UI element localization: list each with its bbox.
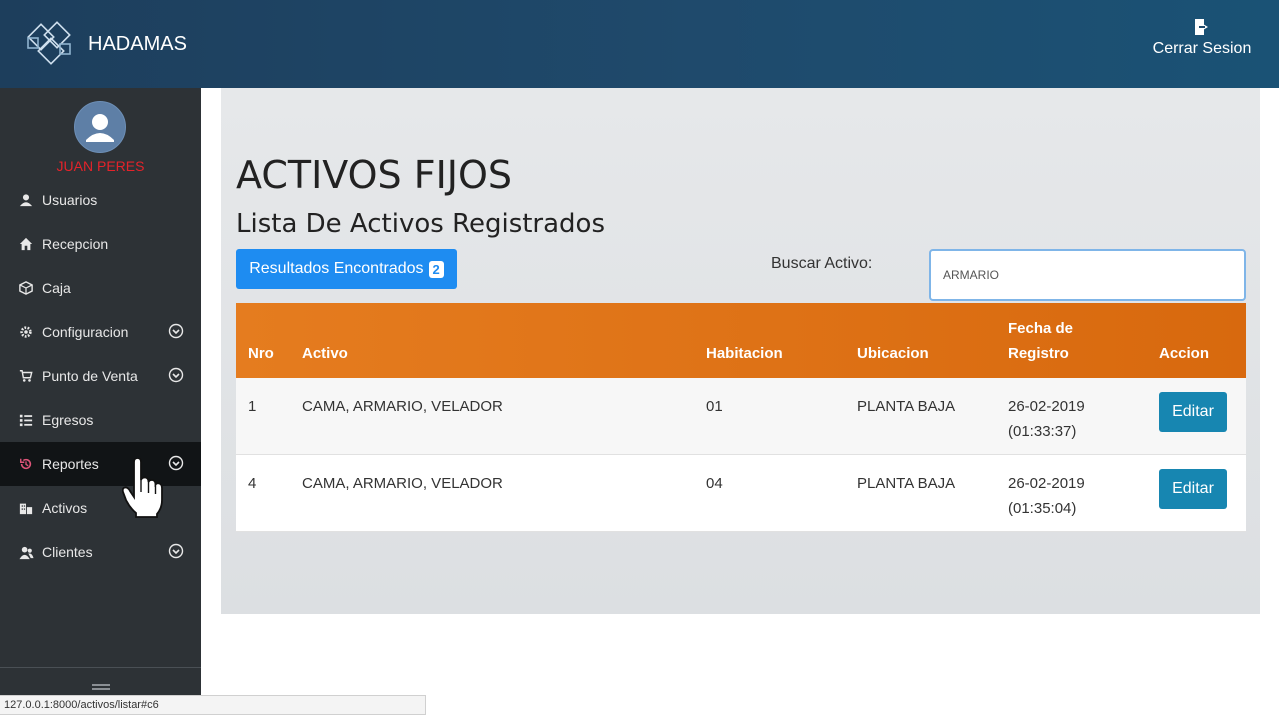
sidebar-item-egresos[interactable]: Egresos — [0, 398, 201, 442]
column-header-accion: Accion — [1159, 345, 1210, 362]
search-label: Buscar Activo: — [771, 255, 873, 272]
cell-fecha-date: 26-02-2019 — [1008, 398, 1085, 415]
column-header-nro[interactable]: Nro — [248, 341, 274, 366]
sidebar-item-label: Punto de Venta — [42, 368, 138, 384]
sidebar-item-label: Reportes — [42, 456, 99, 472]
users-icon — [18, 544, 34, 560]
cell-ubicacion: PLANTA BAJA — [857, 475, 956, 492]
table-row: 1 CAMA, ARMARIO, VELADOR 01 PLANTA BAJA … — [236, 378, 1246, 455]
history-icon — [18, 456, 34, 472]
cell-nro: 1 — [248, 398, 257, 415]
user-avatar-icon — [86, 114, 114, 142]
list-icon — [18, 412, 34, 428]
sidebar-divider — [0, 667, 201, 668]
chevron-down-icon[interactable] — [168, 367, 184, 383]
edit-button[interactable]: Editar — [1159, 392, 1227, 432]
column-header-fecha[interactable]: Fecha de Registro — [1008, 316, 1073, 366]
sidebar-item-reportes[interactable]: Reportes — [0, 442, 201, 486]
building-icon — [18, 500, 34, 516]
sidebar-item-clientes[interactable]: Clientes — [0, 530, 201, 574]
brand[interactable]: HADAMAS — [22, 16, 187, 72]
top-navbar: HADAMAS Cerrar Sesion — [0, 0, 1279, 88]
column-header-fecha-line2: Registro — [1008, 345, 1069, 362]
cell-habitacion: 04 — [706, 475, 723, 492]
edit-button[interactable]: Editar — [1159, 469, 1227, 509]
chevron-down-icon[interactable] — [168, 323, 184, 339]
sidebar-item-usuarios[interactable]: Usuarios — [0, 178, 201, 222]
sidebar-item-label: Configuracion — [42, 324, 129, 340]
column-header-habitacion[interactable]: Habitacion — [706, 341, 783, 366]
sidebar-item-activos[interactable]: Activos — [0, 486, 201, 530]
sidebar: JUAN PERES Usuarios Recepcion Caja Confi… — [0, 88, 201, 695]
sidebar-item-label: Egresos — [42, 412, 94, 428]
results-count-badge: 2 — [428, 260, 444, 278]
sidebar-nav: Usuarios Recepcion Caja Configuracion Pu… — [0, 178, 201, 574]
results-label: Resultados Encontrados — [249, 260, 424, 277]
logout-icon — [1195, 19, 1208, 35]
browser-status-url: 127.0.0.1:8000/activos/listar#c6 — [0, 695, 426, 715]
sidebar-item-configuracion[interactable]: Configuracion — [0, 310, 201, 354]
cart-icon — [18, 368, 34, 384]
cell-fecha-time: (01:33:37) — [1008, 423, 1077, 440]
results-found-button[interactable]: Resultados Encontrados 2 — [236, 249, 457, 289]
chevron-down-icon[interactable] — [168, 455, 184, 471]
brand-name: HADAMAS — [88, 32, 187, 55]
avatar[interactable] — [74, 101, 126, 153]
logo-icon — [27, 21, 71, 65]
table-header: Nro Activo Habitacion Ubicacion Fecha de… — [236, 303, 1246, 378]
page-subtitle: Lista De Activos Registrados — [236, 209, 606, 239]
page-title: ACTIVOS FIJOS — [236, 153, 513, 197]
sidebar-item-label: Recepcion — [42, 236, 109, 252]
sidebar-item-label: Usuarios — [42, 192, 98, 208]
cell-fecha-date: 26-02-2019 — [1008, 475, 1085, 492]
sidebar-item-label: Activos — [42, 500, 88, 516]
cell-habitacion: 01 — [706, 398, 723, 415]
cell-activo: CAMA, ARMARIO, VELADOR — [302, 398, 503, 415]
sidebar-item-caja[interactable]: Caja — [0, 266, 201, 310]
column-header-fecha-line1: Fecha de — [1008, 320, 1074, 337]
cell-fecha-time: (01:35:04) — [1008, 500, 1077, 517]
sidebar-item-recepcion[interactable]: Recepcion — [0, 222, 201, 266]
home-icon — [18, 236, 34, 252]
sidebar-item-punto-de-venta[interactable]: Punto de Venta — [0, 354, 201, 398]
user-icon — [18, 192, 34, 208]
chevron-down-icon[interactable] — [168, 543, 184, 559]
cell-nro: 4 — [248, 475, 257, 492]
hand-cursor-icon — [122, 458, 163, 518]
search-input[interactable] — [929, 249, 1246, 301]
column-header-ubicacion[interactable]: Ubicacion — [857, 341, 929, 366]
cell-fecha: 26-02-2019 (01:33:37) — [1008, 394, 1085, 444]
logout-button[interactable]: Cerrar Sesion — [1147, 18, 1257, 58]
cell-activo: CAMA, ARMARIO, VELADOR — [302, 475, 503, 492]
sidebar-item-label: Caja — [42, 280, 71, 296]
box-icon — [18, 280, 34, 296]
cell-ubicacion: PLANTA BAJA — [857, 398, 956, 415]
menu-toggle-icon[interactable] — [92, 684, 110, 692]
table-row: 4 CAMA, ARMARIO, VELADOR 04 PLANTA BAJA … — [236, 455, 1246, 532]
sidebar-username: JUAN PERES — [56, 158, 145, 174]
column-header-activo[interactable]: Activo — [302, 341, 348, 366]
cell-fecha: 26-02-2019 (01:35:04) — [1008, 471, 1085, 521]
gear-icon — [18, 324, 34, 340]
logout-label: Cerrar Sesion — [1152, 40, 1252, 57]
sidebar-item-label: Clientes — [42, 544, 93, 560]
assets-table: Nro Activo Habitacion Ubicacion Fecha de… — [236, 303, 1246, 532]
